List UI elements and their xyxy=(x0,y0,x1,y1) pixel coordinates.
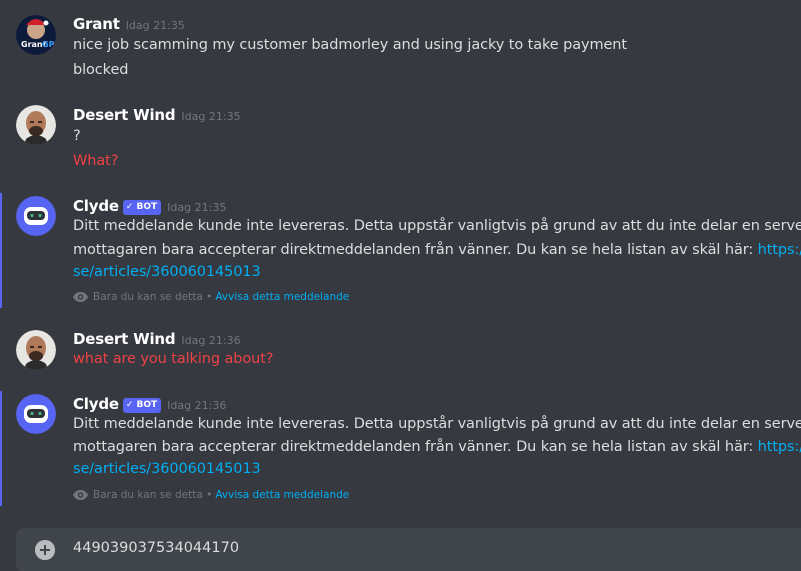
message-input[interactable]: 449039037534044170 xyxy=(73,540,239,556)
message-text: Ditt meddelande kunde inte levereras. De… xyxy=(73,416,801,432)
message-desert-wind: Desert Wind Idag 21:35 ? What? xyxy=(0,95,801,185)
clyde-avatar[interactable] xyxy=(16,196,56,236)
message-text: What? xyxy=(73,153,119,169)
ephemeral-text: Bara du kan se detta xyxy=(93,489,203,501)
timestamp[interactable]: Idag 21:36 xyxy=(167,399,226,412)
separator: • xyxy=(206,291,213,303)
username[interactable]: Desert Wind xyxy=(73,330,176,348)
message-text-segment: mottagaren bara accepterar direktmeddela… xyxy=(73,439,758,455)
avatar[interactable] xyxy=(16,330,56,370)
avatar[interactable] xyxy=(16,105,56,145)
message-text: Ditt meddelande kunde inte levereras. De… xyxy=(73,218,801,234)
message-text: ? xyxy=(73,128,81,144)
message-text-segment: mottagaren bara accepterar direktmeddela… xyxy=(73,242,758,258)
username[interactable]: Clyde xyxy=(73,395,119,413)
support-link[interactable]: https://support xyxy=(758,242,801,258)
message-clyde: Clyde ✓ BOT Idag 21:36 Ditt meddelande kun… xyxy=(0,391,801,506)
chat-messages: Grant GP Grant Idag 21:35 nice job scammi… xyxy=(0,0,801,571)
ephemeral-text: Bara du kan se detta xyxy=(93,291,203,303)
message-text: mottagaren bara accepterar direktmeddela… xyxy=(73,242,801,258)
support-link[interactable]: https://support xyxy=(758,439,801,455)
clyde-avatar[interactable] xyxy=(16,394,56,434)
plus-circle-icon[interactable] xyxy=(35,540,55,560)
bot-badge: ✓ BOT xyxy=(122,398,162,413)
timestamp[interactable]: Idag 21:36 xyxy=(181,334,240,347)
message-text: what are you talking about? xyxy=(73,351,274,367)
timestamp[interactable]: Idag 21:35 xyxy=(126,19,185,32)
message-composer[interactable]: 449039037534044170 xyxy=(16,528,801,571)
bot-badge: ✓ BOT xyxy=(122,200,162,215)
support-link-continuation[interactable]: se/articles/360060145013 xyxy=(73,461,261,477)
dismiss-message-link[interactable]: Avvisa detta meddelande xyxy=(215,489,349,501)
message-text: se/articles/360060145013 xyxy=(73,461,261,477)
username[interactable]: Desert Wind xyxy=(73,106,176,124)
username[interactable]: Grant xyxy=(73,15,120,33)
ephemeral-notice: Bara du kan se detta • Avvisa detta medde… xyxy=(73,291,349,303)
message-desert-wind: Desert Wind Idag 21:36 what are you talki… xyxy=(0,318,801,383)
avatar[interactable]: Grant GP xyxy=(16,15,56,55)
eye-icon xyxy=(73,490,88,500)
message-grant: Grant GP Grant Idag 21:35 nice job scammi… xyxy=(0,0,801,95)
support-link-continuation[interactable]: se/articles/360060145013 xyxy=(73,264,261,280)
timestamp[interactable]: Idag 21:35 xyxy=(181,110,240,123)
dismiss-message-link[interactable]: Avvisa detta meddelande xyxy=(215,291,349,303)
username[interactable]: Clyde xyxy=(73,197,119,215)
message-text: se/articles/360060145013 xyxy=(73,264,261,280)
message-text: nice job scamming my customer badmorley … xyxy=(73,37,627,53)
ephemeral-notice: Bara du kan se detta • Avvisa detta medde… xyxy=(73,489,349,501)
message-clyde: Clyde ✓ BOT Idag 21:35 Ditt meddelande kun… xyxy=(0,193,801,308)
eye-icon xyxy=(73,292,88,302)
message-text: mottagaren bara accepterar direktmeddela… xyxy=(73,439,801,455)
separator: • xyxy=(206,489,213,501)
svg-text:GP: GP xyxy=(42,40,55,49)
timestamp[interactable]: Idag 21:35 xyxy=(167,201,226,214)
message-text: blocked xyxy=(73,62,129,78)
